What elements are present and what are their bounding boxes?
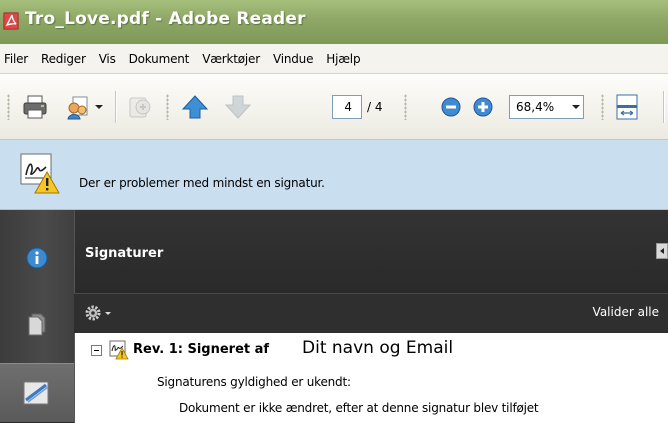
- collaborate-icon: [67, 96, 88, 120]
- toolbar-grip[interactable]: [7, 94, 10, 120]
- next-page-icon: [224, 95, 252, 119]
- signatures-icon: [23, 381, 49, 405]
- menu-bar: Filer Rediger Vis Dokument Værktøjer Vin…: [0, 44, 668, 74]
- signature-warning-icon: [20, 153, 60, 194]
- navigation-pane: [0, 210, 74, 423]
- menu-filer[interactable]: Filer: [4, 52, 28, 66]
- chevron-down-icon[interactable]: [569, 96, 583, 118]
- menu-vis[interactable]: Vis: [99, 52, 116, 66]
- signature-message: Der er problemer med mindst en signatur.: [79, 176, 325, 190]
- zoom-in-button[interactable]: [468, 91, 498, 123]
- print-button[interactable]: [19, 91, 51, 123]
- collaborate-button[interactable]: [64, 91, 104, 123]
- previous-page-button[interactable]: [177, 91, 213, 123]
- menu-hjaelp[interactable]: Hjælp: [326, 52, 360, 66]
- chevron-left-icon: [660, 248, 664, 254]
- share-icon: [129, 97, 151, 118]
- fit-page-icon: [616, 94, 638, 120]
- pages-icon: [28, 313, 46, 336]
- collapse-panel-button[interactable]: [656, 243, 668, 259]
- gear-icon: [85, 305, 101, 321]
- signature-warning-icon: [109, 340, 129, 360]
- toolbar-grip-3[interactable]: [404, 94, 407, 120]
- title-bar: Tro_Love.pdf - Adobe Reader: [0, 0, 668, 44]
- info-button[interactable]: [0, 240, 74, 276]
- revision-label[interactable]: Rev. 1: Signeret af: [133, 342, 269, 357]
- collapse-toggle[interactable]: [91, 345, 102, 356]
- options-menu-button[interactable]: [84, 304, 111, 322]
- panel-title: Signaturer: [85, 246, 164, 261]
- zoom-out-icon: [441, 97, 461, 117]
- fit-page-button[interactable]: [611, 91, 643, 123]
- info-icon: [26, 247, 48, 269]
- menu-vaerktojer[interactable]: Værktøjer: [202, 52, 260, 66]
- chevron-down-icon: [105, 311, 111, 315]
- zoom-select[interactable]: 68,4%: [509, 95, 584, 119]
- signature-message-bar: Der er problemer med mindst en signatur.: [0, 140, 668, 210]
- print-icon: [23, 95, 47, 119]
- menu-vindue[interactable]: Vindue: [273, 52, 313, 66]
- signatures-panel-toolbar: Valider alle: [74, 293, 668, 333]
- signatures-button[interactable]: [0, 363, 74, 423]
- signatures-list: Rev. 1: Signeret af Dit navn og Email Si…: [74, 333, 668, 423]
- zoom-out-button[interactable]: [436, 91, 466, 123]
- window-title: Tro_Love.pdf - Adobe Reader: [25, 9, 306, 29]
- zoom-value: 68,4%: [516, 100, 555, 114]
- page-total: / 4: [367, 100, 383, 114]
- toolbar-grip-2[interactable]: [166, 94, 169, 120]
- toolbar: / 4 68,4%: [0, 74, 668, 140]
- menu-dokument[interactable]: Dokument: [129, 52, 190, 66]
- toolbar-grip-4[interactable]: [601, 94, 604, 120]
- page-number-input[interactable]: [332, 95, 362, 119]
- next-page-button[interactable]: [220, 91, 256, 123]
- share-button[interactable]: [124, 91, 156, 123]
- pdf-icon: [3, 12, 19, 30]
- previous-page-icon: [181, 95, 209, 119]
- zoom-in-icon: [473, 97, 493, 117]
- signature-validity[interactable]: Signaturens gyldighed er ukendt:: [157, 375, 351, 389]
- menu-rediger[interactable]: Rediger: [41, 52, 86, 66]
- signatures-panel-header: Signaturer: [74, 210, 668, 293]
- document-status[interactable]: Dokument er ikke ændret, efter at denne …: [179, 401, 539, 415]
- pages-button[interactable]: [0, 305, 74, 343]
- validate-all-button[interactable]: Valider alle: [593, 305, 659, 319]
- signer-name[interactable]: Dit navn og Email: [302, 338, 453, 358]
